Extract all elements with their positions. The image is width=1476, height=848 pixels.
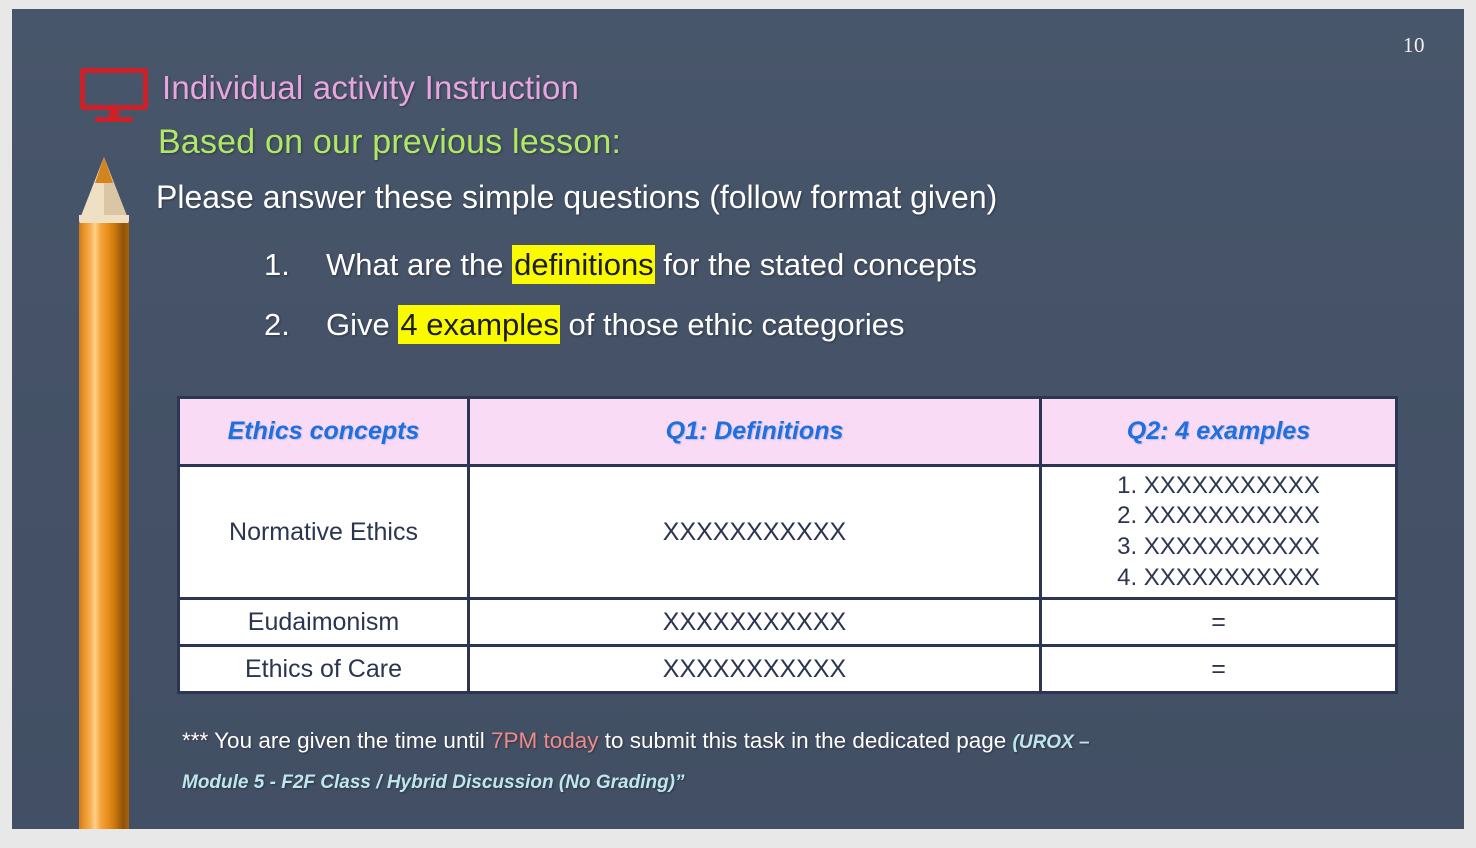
table-row: Normative Ethics XXXXXXXXXXX 1. XXXXXXXX… — [177, 464, 1398, 600]
table-body: Normative Ethics XXXXXXXXXXX 1. XXXXXXXX… — [177, 464, 1398, 694]
column-header-definitions: Q1: Definitions — [467, 396, 1042, 467]
monitor-screen — [80, 68, 148, 110]
footnote: *** You are given the time until 7PM tod… — [182, 727, 1392, 795]
cell-examples: = — [1039, 644, 1398, 694]
presentation-slide: 10 Individual activity Instruction Based… — [12, 9, 1464, 829]
question-text-after: of those ethic categories — [559, 307, 905, 342]
cell-concept: Normative Ethics — [177, 464, 470, 600]
cell-definition: XXXXXXXXXXX — [467, 464, 1042, 600]
cell-examples: = — [1039, 597, 1398, 647]
question-text-after: for the stated concepts — [654, 247, 977, 282]
question-item: 1. What are the definitions for the stat… — [264, 245, 1364, 284]
slide-title: Individual activity Instruction — [162, 69, 580, 106]
question-highlight: 4 examples — [398, 305, 560, 344]
question-text-before: Give — [326, 307, 399, 342]
example-item: 1. XXXXXXXXXXX — [1117, 471, 1320, 499]
question-highlight: definitions — [512, 245, 655, 284]
question-text: Give 4 examples of those ethic categorie… — [326, 305, 905, 344]
pencil-icon — [79, 157, 129, 829]
column-header-examples: Q2: 4 examples — [1039, 396, 1398, 467]
footnote-reference: (UROX – — [1012, 732, 1090, 753]
table-header: Ethics concepts Q1: Definitions Q2: 4 ex… — [177, 396, 1398, 467]
slide-instruction: Please answer these simple questions (fo… — [156, 179, 998, 215]
cell-definition: XXXXXXXXXXX — [467, 597, 1042, 647]
page-number: 10 — [1403, 33, 1425, 57]
footnote-deadline: 7PM today — [490, 728, 599, 753]
pencil-lead — [95, 157, 113, 183]
examples-list: 1. XXXXXXXXXXX 2. XXXXXXXXXXX 3. XXXXXXX… — [1117, 471, 1320, 594]
cell-concept: Eudaimonism — [177, 597, 470, 647]
table-row: Ethics of Care XXXXXXXXXXX = — [177, 644, 1398, 694]
example-item: 3. XXXXXXXXXXX — [1117, 533, 1320, 560]
table-row: Eudaimonism XXXXXXXXXXX = — [177, 597, 1398, 647]
question-number: 2. — [264, 307, 290, 342]
table-header-row: Ethics concepts Q1: Definitions Q2: 4 ex… — [177, 396, 1398, 467]
question-item: 2. Give 4 examples of those ethic catego… — [264, 305, 1364, 344]
cell-definition: XXXXXXXXXXX — [467, 644, 1042, 694]
pencil-body — [79, 223, 129, 829]
cell-examples: 1. XXXXXXXXXXX 2. XXXXXXXXXXX 3. XXXXXXX… — [1039, 464, 1398, 600]
ethics-table: Ethics concepts Q1: Definitions Q2: 4 ex… — [177, 396, 1398, 694]
monitor-icon — [80, 68, 148, 123]
column-header-concepts: Ethics concepts — [177, 396, 470, 467]
question-text-before: What are the — [326, 247, 513, 282]
footnote-line2: Module 5 - F2F Class / Hybrid Discussion… — [182, 772, 685, 794]
questions-list: 1. What are the definitions for the stat… — [264, 245, 1364, 367]
footnote-part1: *** You are given the time until — [182, 728, 491, 753]
example-item: 2. XXXXXXXXXXX — [1117, 502, 1320, 530]
screenshot-root: 10 Individual activity Instruction Based… — [0, 0, 1476, 848]
slide-subtitle: Based on our previous lesson: — [158, 123, 622, 161]
cell-concept: Ethics of Care — [177, 644, 470, 694]
monitor-base — [95, 117, 133, 122]
question-number: 1. — [264, 247, 290, 282]
footnote-part2: to submit this task in the dedicated pag… — [598, 728, 1013, 753]
example-item: 4. XXXXXXXXXXX — [1117, 563, 1320, 591]
question-text: What are the definitions for the stated … — [326, 245, 977, 284]
